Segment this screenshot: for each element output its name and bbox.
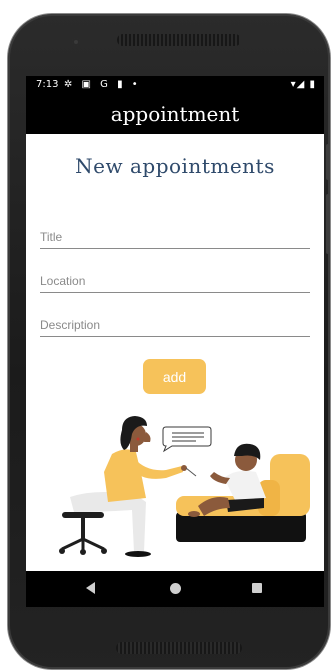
- back-triangle-icon[interactable]: [86, 582, 95, 594]
- speech-bubble-icon: [162, 426, 212, 453]
- app-bar-title: appointment: [110, 102, 240, 126]
- volume-button: [326, 144, 330, 180]
- office-chair-icon: [59, 512, 107, 555]
- system-nav-bar: [26, 571, 324, 607]
- notification-icons: ✲ ▣ G ▮ •: [64, 79, 141, 90]
- app-bar: appointment: [26, 94, 324, 134]
- therapy-session-illustration: [59, 416, 310, 557]
- child-figure: [188, 443, 266, 517]
- location-input[interactable]: [40, 270, 310, 293]
- front-camera-icon: [72, 38, 80, 46]
- earpiece-speaker: [117, 34, 241, 46]
- signal-battery-icons: ▾◢ ▮: [290, 79, 316, 90]
- power-button: [326, 194, 330, 254]
- status-time: 7:13: [36, 79, 59, 90]
- description-input[interactable]: [40, 314, 310, 337]
- add-button[interactable]: add: [143, 359, 206, 394]
- recents-square-icon[interactable]: [252, 583, 262, 593]
- status-bar: 7:13 ✲ ▣ G ▮ • ▾◢ ▮: [26, 76, 324, 94]
- bottom-speaker: [116, 642, 242, 654]
- page: 7:13 ✲ ▣ G ▮ • ▾◢ ▮ appointment New appo…: [0, 0, 332, 671]
- screen: 7:13 ✲ ▣ G ▮ • ▾◢ ▮ appointment New appo…: [26, 76, 324, 607]
- home-circle-icon[interactable]: [170, 583, 181, 594]
- title-input[interactable]: [40, 226, 310, 249]
- page-title: New appointments: [75, 154, 275, 178]
